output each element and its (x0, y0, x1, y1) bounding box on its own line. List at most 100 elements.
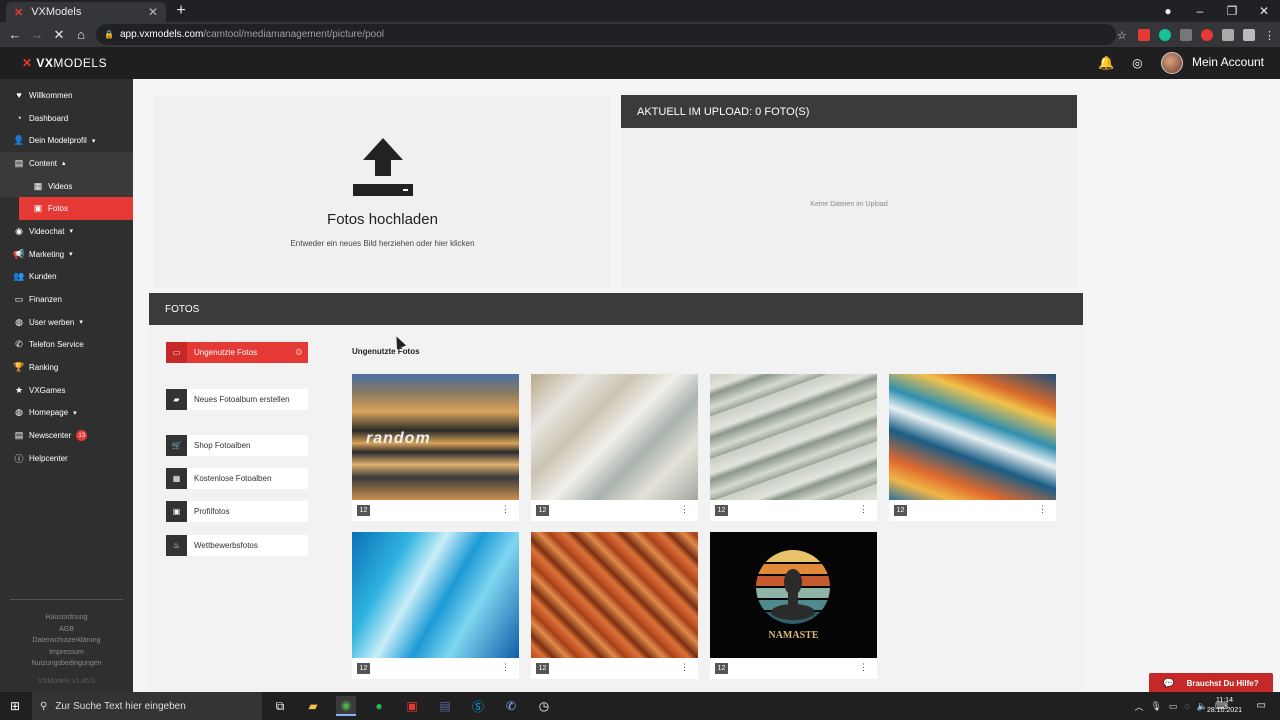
more-options-icon[interactable]: ⋮ (859, 662, 868, 673)
sidebar-item-finanzen[interactable]: ▭ Finanzen (0, 288, 133, 311)
gmail-extension-icon[interactable] (1138, 28, 1150, 41)
new-tab-button[interactable]: + (172, 2, 190, 20)
network-icon[interactable]: ◌ (1184, 701, 1189, 711)
more-options-icon[interactable]: ⋮ (680, 504, 689, 515)
sidebar-item-vxgames[interactable]: ★ VXGames (0, 379, 133, 402)
sidebar-item-modelprofil[interactable]: 👤 Dein Modelprofil ▾ (0, 129, 133, 152)
home-icon[interactable]: ⌂ (70, 27, 92, 42)
photo-card[interactable]: 12 ⋮ (889, 374, 1056, 521)
minimize-icon[interactable]: – (1184, 4, 1216, 18)
tray-chevron-icon[interactable]: ︿ (1134, 700, 1143, 713)
clock-app-icon[interactable]: ◷ (534, 696, 554, 716)
sidebar-item-telefon-service[interactable]: ✆ Telefon Service (0, 334, 133, 357)
wettbewerbsfotos-button[interactable]: ♨ Wettbewerbsfotos (166, 535, 308, 556)
file-explorer-icon[interactable]: ▰ (303, 696, 323, 716)
forward-icon[interactable]: → (26, 27, 48, 42)
ungenutzte-fotos-button[interactable]: ▭ Ungenutzte Fotos ⚙ (166, 342, 308, 363)
sidebar-item-helpcenter[interactable]: ⓘ Helpcenter (0, 447, 133, 470)
photo-count-badge: 12 (357, 663, 370, 674)
photo-card[interactable]: random 12 ⋮ (352, 374, 519, 521)
profile-dot-icon[interactable]: ● (1152, 4, 1184, 18)
menu-icon[interactable]: ⋮ (1264, 29, 1275, 42)
photo-card[interactable]: 12 ⋮ (531, 374, 698, 521)
photo-card[interactable]: 12 ⋮ (710, 374, 877, 521)
upload-queue-panel: AKTUELL IM UPLOAD: 0 FOTO(S) Keine Datei… (621, 95, 1077, 288)
photo-card[interactable]: NAMASTE 12 ⋮ (710, 532, 877, 679)
teams-icon[interactable]: ▤ (435, 696, 455, 716)
neues-fotoalbum-button[interactable]: ▰ Neues Fotoalbum erstellen (166, 389, 308, 410)
sidebar-item-user-werben[interactable]: ◍ User werben ▾ (0, 311, 133, 334)
photo-card[interactable]: 12 ⋮ (531, 532, 698, 679)
upload-dropzone[interactable]: Fotos hochladen Entweder ein neues Bild … (154, 95, 611, 288)
taskbar-clock[interactable]: 11:14 28.10.2021 (1207, 696, 1242, 716)
account-menu[interactable]: Mein Account (1160, 52, 1264, 74)
photo-books[interactable]: random (352, 374, 519, 500)
phone-app-icon[interactable]: ✆ (501, 696, 521, 716)
footer-link-impressum[interactable]: Impressum (10, 647, 123, 659)
more-options-icon[interactable]: ⋮ (501, 504, 510, 515)
bell-icon[interactable]: 🔔 (1098, 55, 1114, 71)
spotify-icon[interactable]: ● (369, 696, 389, 716)
sidebar-item-label: User werben (29, 317, 75, 327)
ext-grey-icon[interactable] (1180, 28, 1192, 41)
mic-icon[interactable]: 🎙 (1150, 701, 1161, 712)
footer-link-hausordnung[interactable]: Hausordnung (10, 612, 123, 624)
bookmark-star-icon[interactable]: ☆ (1117, 29, 1129, 42)
phone-icon: ✆ (15, 339, 23, 350)
sidebar-item-marketing[interactable]: 📢 Marketing ▾ (0, 243, 133, 266)
skype-icon[interactable]: Ⓢ (468, 696, 488, 716)
help-chat-button[interactable]: 💬 Brauchst Du Hilfe? (1149, 673, 1273, 693)
footer-link-agb[interactable]: AGB (10, 624, 123, 636)
sidebar-item-fotos[interactable]: ▣ Fotos (19, 197, 133, 221)
taskbar-search[interactable]: ⚲ Zur Suche Text hier eingeben (32, 692, 262, 720)
window-controls: ● – ❐ ✕ (1152, 0, 1280, 22)
sidebar-item-videochat[interactable]: ◉ Videochat ▾ (0, 220, 133, 243)
sidebar-item-content[interactable]: ▤ Content ▴ (0, 152, 133, 175)
photo-fluid-art[interactable] (889, 374, 1056, 500)
chrome-icon[interactable]: ◉ (336, 696, 356, 716)
ext-screen-icon[interactable] (1243, 28, 1255, 41)
sidebar-item-dashboard[interactable]: ◔ Dashboard (0, 107, 133, 130)
sidebar-item-ranking[interactable]: 🏆 Ranking (0, 356, 133, 379)
photo-namaste[interactable]: NAMASTE (710, 532, 877, 658)
photo-paint-texture[interactable] (531, 374, 698, 500)
shop-fotoalben-button[interactable]: 🛒 Shop Fotoalben (166, 435, 308, 456)
task-view-icon[interactable]: ⧉ (270, 696, 290, 716)
security-app-icon[interactable]: ▣ (402, 696, 422, 716)
photo-count-badge: 12 (715, 663, 728, 674)
photo-card[interactable]: 12 ⋮ (352, 532, 519, 679)
display-icon[interactable]: ▭ (1169, 701, 1178, 712)
back-icon[interactable]: ← (4, 27, 26, 42)
sidebar-item-homepage[interactable]: ◍ Homepage ▾ (0, 402, 133, 425)
support-icon[interactable]: ◎ (1132, 56, 1142, 70)
close-window-icon[interactable]: ✕ (1248, 4, 1280, 18)
restore-icon[interactable]: ❐ (1216, 4, 1248, 18)
sidebar-item-videos[interactable]: ▦ Videos (0, 174, 133, 198)
photo-dollar-bills[interactable] (710, 374, 877, 500)
grammarly-extension-icon[interactable] (1159, 28, 1171, 41)
sidebar-item-willkommen[interactable]: ♥ Willkommen (0, 84, 133, 107)
vxmodels-logo[interactable]: ✕ VXMODELS (22, 56, 107, 70)
footer-link-nutzungsbedingungen[interactable]: Nutzungsbedingungen (10, 658, 123, 670)
tab-close-icon[interactable]: ✕ (148, 5, 158, 19)
browser-tab[interactable]: ✕ VXModels ✕ (6, 2, 166, 22)
more-options-icon[interactable]: ⋮ (680, 662, 689, 673)
more-options-icon[interactable]: ⋮ (1038, 504, 1047, 515)
profilfotos-button[interactable]: ▣ Profilfotos (166, 501, 308, 522)
notification-icon[interactable]: ▭ (1257, 700, 1266, 711)
reload-icon[interactable]: ✕ (48, 27, 70, 43)
photo-blue-water[interactable] (352, 532, 519, 658)
kostenlose-fotoalben-button[interactable]: ▦ Kostenlose Fotoalben (166, 468, 308, 489)
sidebar-item-kunden[interactable]: 👥 Kunden (0, 266, 133, 289)
footer-link-datenschutz[interactable]: Datenschutzerklärung (10, 635, 123, 647)
sidebar-item-label: Finanzen (29, 295, 62, 305)
more-options-icon[interactable]: ⋮ (501, 662, 510, 673)
windows-start-icon[interactable]: ⊞ (10, 699, 20, 713)
puzzle-extensions-icon[interactable] (1222, 28, 1234, 41)
adblock-extension-icon[interactable] (1201, 28, 1213, 41)
sidebar-item-newscenter[interactable]: ▤ Newscenter 13 (0, 424, 133, 447)
photo-autumn-leaves[interactable] (531, 532, 698, 658)
vx-logo-mark-icon: ✕ (22, 56, 33, 70)
url-field[interactable]: 🔒 app.vxmodels.com/camtool/mediamanageme… (96, 24, 1116, 45)
more-options-icon[interactable]: ⋮ (859, 504, 868, 515)
